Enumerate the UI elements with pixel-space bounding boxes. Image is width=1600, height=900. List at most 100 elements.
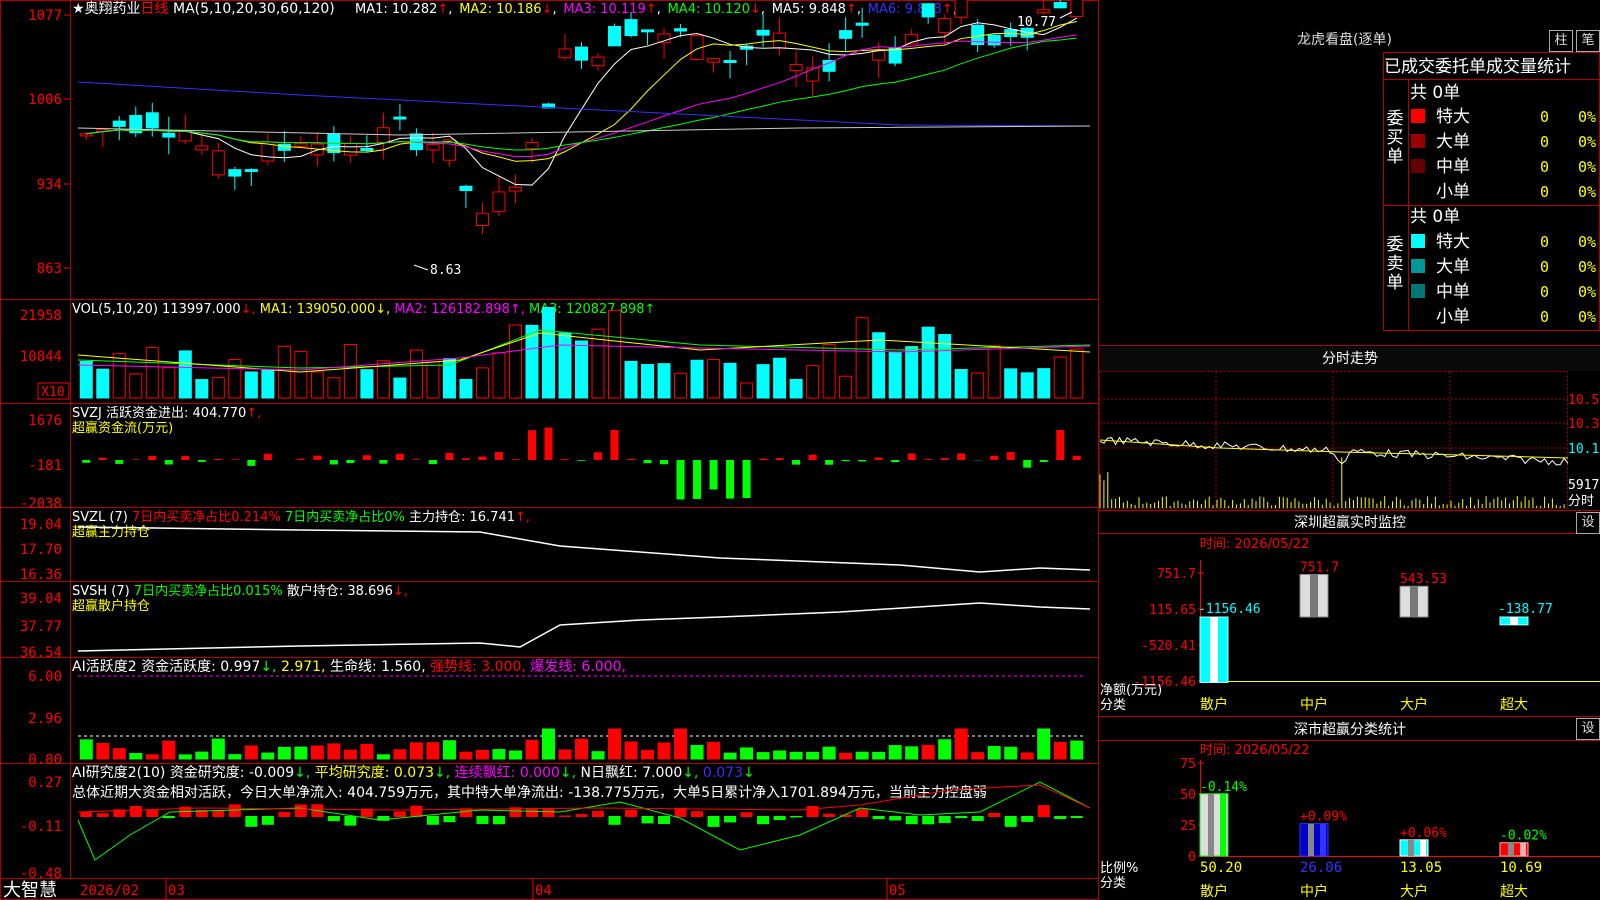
activity-bar[interactable] <box>79 739 93 760</box>
candle[interactable] <box>162 132 176 138</box>
activity-bar[interactable] <box>294 746 308 760</box>
research-bar[interactable] <box>228 804 241 817</box>
volume-bar[interactable] <box>1037 368 1051 399</box>
research-bar[interactable] <box>294 804 307 817</box>
activity-bar[interactable] <box>872 751 886 760</box>
capital-flow-bar[interactable] <box>560 459 569 460</box>
research-bar[interactable] <box>1070 816 1083 819</box>
volume-bar[interactable] <box>541 306 555 399</box>
activity-bar[interactable] <box>475 749 489 760</box>
research-bar[interactable] <box>938 816 951 823</box>
capital-flow-bar[interactable] <box>594 452 603 460</box>
activity-bar[interactable] <box>822 746 836 760</box>
activity-bar[interactable] <box>442 740 456 760</box>
candle[interactable] <box>872 50 886 61</box>
capital-flow-bar[interactable] <box>676 460 685 500</box>
activity-bar[interactable] <box>1004 746 1018 760</box>
research-bar[interactable] <box>740 812 753 817</box>
candle[interactable] <box>1037 9 1051 14</box>
capital-flow-bar[interactable] <box>726 460 735 499</box>
volume-bar[interactable] <box>822 344 836 399</box>
research-bar[interactable] <box>724 816 737 823</box>
volume-bar[interactable] <box>987 345 1001 399</box>
candle[interactable] <box>195 145 209 151</box>
research-bar[interactable] <box>426 816 439 825</box>
volume-bar[interactable] <box>112 353 126 399</box>
volume-bar[interactable] <box>756 364 770 399</box>
activity-bar[interactable] <box>608 728 622 760</box>
volume-bar[interactable] <box>608 309 622 399</box>
research-bar[interactable] <box>96 813 109 817</box>
capital-flow-bar[interactable] <box>957 453 966 460</box>
candle[interactable] <box>294 143 308 147</box>
activity-bar[interactable] <box>343 749 357 760</box>
research-bar[interactable] <box>1037 805 1050 817</box>
capital-flow-bar[interactable] <box>82 460 91 463</box>
capital-flow-bar[interactable] <box>808 454 817 460</box>
activity-bar[interactable] <box>244 745 258 760</box>
volume-bar[interactable] <box>195 379 209 399</box>
volume-bar[interactable] <box>360 369 374 399</box>
sz-monitor-bar-中户[interactable] <box>1299 573 1329 618</box>
volume-bar[interactable] <box>426 361 440 399</box>
bar-mode-button[interactable]: 柱 <box>1549 30 1573 52</box>
candle[interactable] <box>707 58 721 63</box>
activity-bar[interactable] <box>492 749 506 760</box>
capital-flow-bar[interactable] <box>197 460 206 462</box>
activity-bar[interactable] <box>839 752 853 760</box>
volume-bar[interactable] <box>839 375 853 399</box>
candle[interactable] <box>839 30 853 39</box>
capital-flow-bar[interactable] <box>230 459 239 460</box>
volume-bar[interactable] <box>145 347 159 399</box>
volume-bar[interactable] <box>327 377 341 399</box>
activity-bar[interactable] <box>228 754 242 760</box>
research-bar[interactable] <box>790 816 803 818</box>
volume-bar[interactable] <box>178 350 192 399</box>
research-bar[interactable] <box>245 816 258 827</box>
candle[interactable] <box>641 29 655 33</box>
capital-flow-bar[interactable] <box>924 459 933 460</box>
activity-bar[interactable] <box>888 745 902 760</box>
research-bar[interactable] <box>592 811 605 817</box>
candle[interactable] <box>987 34 1001 46</box>
activity-bar[interactable] <box>195 751 209 760</box>
volume-bar[interactable] <box>1020 372 1034 399</box>
candle[interactable] <box>954 0 968 18</box>
capital-flow-bar[interactable] <box>627 458 636 460</box>
research-bar[interactable] <box>955 816 968 819</box>
volume-bar[interactable] <box>905 346 919 399</box>
activity-bar[interactable] <box>96 742 110 760</box>
volume-bar[interactable] <box>657 363 671 399</box>
candle[interactable] <box>360 147 374 151</box>
capital-flow-bar[interactable] <box>296 458 305 460</box>
capital-flow-bar[interactable] <box>1023 460 1032 468</box>
candle[interactable] <box>723 60 737 64</box>
volume-bar[interactable] <box>162 367 176 399</box>
volume-bar[interactable] <box>971 372 985 399</box>
activity-bar[interactable] <box>938 739 952 760</box>
candle[interactable] <box>525 141 539 150</box>
activity-bar[interactable] <box>773 750 787 760</box>
capital-flow-bar[interactable] <box>329 460 338 465</box>
volume-bar[interactable] <box>1053 356 1067 399</box>
activity-bar[interactable] <box>674 728 688 760</box>
candle[interactable] <box>145 112 159 129</box>
volume-bar[interactable] <box>723 362 737 399</box>
activity-bar[interactable] <box>591 751 605 760</box>
activity-bar[interactable] <box>162 740 176 760</box>
candle[interactable] <box>426 144 440 151</box>
volume-bar[interactable] <box>475 367 489 399</box>
activity-bar[interactable] <box>211 738 225 760</box>
activity-bar[interactable] <box>806 751 820 760</box>
capital-flow-bar[interactable] <box>247 460 256 466</box>
candle[interactable] <box>112 120 126 127</box>
capital-flow-bar[interactable] <box>313 455 322 460</box>
capital-flow-bar[interactable] <box>759 458 768 460</box>
sz-monitor-bar-大户[interactable] <box>1399 585 1429 618</box>
research-bar[interactable] <box>129 805 142 817</box>
activity-bar[interactable] <box>310 745 324 760</box>
research-bar[interactable] <box>773 816 786 821</box>
volume-bar[interactable] <box>310 371 324 399</box>
sz-class-bar-中户[interactable] <box>1299 823 1329 857</box>
capital-flow-bar[interactable] <box>775 458 784 460</box>
